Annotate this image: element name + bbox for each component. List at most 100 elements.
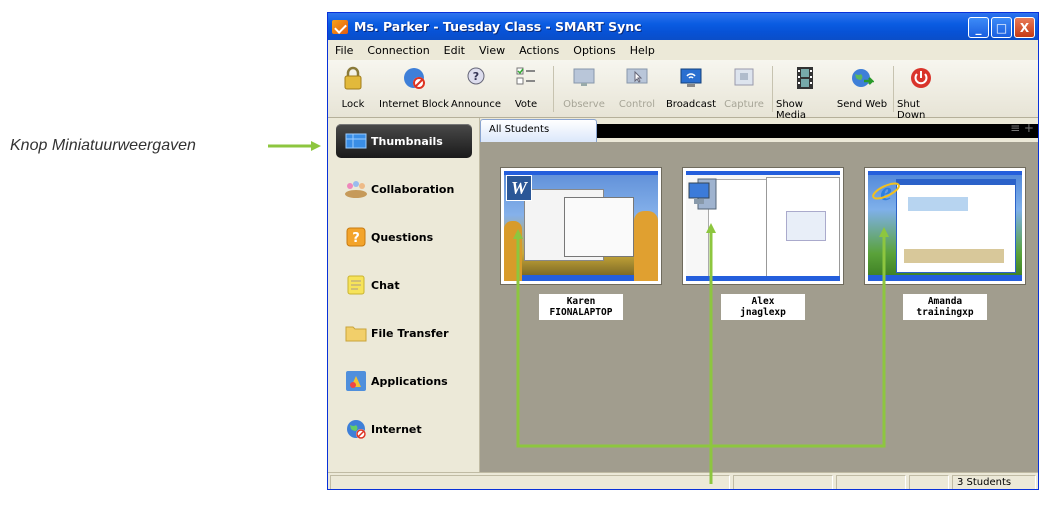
- student-thumbnail-amanda[interactable]: e: [864, 167, 1026, 285]
- control-button[interactable]: Control: [611, 60, 663, 118]
- status-panel: [733, 475, 833, 489]
- tab-controls-icon[interactable]: ≡ +: [1010, 121, 1034, 135]
- status-panel: [330, 475, 730, 489]
- shut-down-button[interactable]: Shut Down: [897, 60, 945, 121]
- broadcast-icon: [679, 66, 703, 90]
- student-computer: trainingxp: [916, 307, 974, 318]
- student-thumbnail-alex[interactable]: [682, 167, 844, 285]
- student-computer: jnaglexp: [740, 307, 786, 318]
- sidebar-item-collaboration[interactable]: Collaboration: [336, 172, 472, 206]
- tab-all-students[interactable]: All Students: [480, 119, 597, 142]
- menu-file[interactable]: File: [328, 44, 360, 57]
- student-screen: [686, 171, 840, 281]
- internet-block-icon: [402, 66, 426, 90]
- computer-icon: [688, 177, 718, 215]
- student-count: 3 Students: [952, 475, 1036, 489]
- sidebar-item-chat[interactable]: Chat: [336, 268, 472, 302]
- svg-text:e: e: [880, 177, 892, 206]
- callout-label: Knop Miniatuurweergaven: [10, 137, 196, 154]
- observe-icon: [572, 66, 596, 90]
- announce-icon: ?: [464, 66, 488, 90]
- student-caption-karen: Karen FIONALAPTOP: [539, 294, 623, 320]
- internet-block-button[interactable]: Internet Block: [378, 60, 450, 118]
- sidebar-item-thumbnails[interactable]: Thumbnails: [336, 124, 472, 158]
- lock-icon: [341, 66, 365, 90]
- sidebar-item-label: Internet: [371, 422, 422, 436]
- send-web-button[interactable]: Send Web: [834, 60, 890, 118]
- student-caption-alex: Alex jnaglexp: [721, 294, 805, 320]
- student-name: Karen: [566, 296, 596, 307]
- menu-actions[interactable]: Actions: [512, 44, 566, 57]
- applications-icon: [344, 370, 368, 392]
- vote-button[interactable]: Vote: [502, 60, 550, 118]
- sidebar-item-label: File Transfer: [371, 326, 449, 340]
- menu-view[interactable]: View: [472, 44, 512, 57]
- toolbar: Lock Internet Block ? Announce Vote Obse: [328, 60, 1038, 121]
- sidebar-item-questions[interactable]: ? Questions: [336, 220, 472, 254]
- student-screen: e: [868, 171, 1022, 281]
- sidebar-item-file-transfer[interactable]: File Transfer: [336, 316, 472, 350]
- sidebar-item-label: Collaboration: [371, 182, 455, 196]
- capture-button[interactable]: Capture: [719, 60, 769, 118]
- student-screen: W: [504, 171, 658, 281]
- vote-icon: [514, 66, 538, 90]
- collaboration-icon: [344, 178, 368, 200]
- announce-button[interactable]: ? Announce: [450, 60, 502, 118]
- chat-icon: [344, 274, 368, 296]
- student-caption-amanda: Amanda trainingxp: [903, 294, 987, 320]
- word-icon: W: [506, 175, 532, 201]
- toolbar-separator: [772, 66, 773, 112]
- tab-strip: All Students ≡ +: [480, 118, 1038, 142]
- capture-label: Capture: [724, 99, 764, 110]
- broadcast-label: Broadcast: [665, 99, 717, 110]
- toolbar-separator: [553, 66, 554, 112]
- observe-button[interactable]: Observe: [557, 60, 611, 118]
- capture-icon: [732, 66, 756, 90]
- student-thumbnail-karen[interactable]: W: [500, 167, 662, 285]
- send-web-label: Send Web: [836, 99, 888, 110]
- show-media-icon: [793, 66, 817, 90]
- student-name: Alex: [751, 296, 775, 307]
- menu-edit[interactable]: Edit: [437, 44, 472, 57]
- close-button[interactable]: X: [1014, 17, 1035, 38]
- toolbar-separator: [893, 66, 894, 112]
- main-content: All Students ≡ + W Karen FIONALAPTOP Ale…: [480, 118, 1038, 472]
- lock-label: Lock: [341, 99, 365, 110]
- menu-bar: File Connection Edit View Actions Option…: [328, 40, 1038, 60]
- window-title: Ms. Parker - Tuesday Class - SMART Sync: [354, 19, 642, 34]
- svg-text:?: ?: [473, 70, 479, 83]
- announce-label: Announce: [451, 99, 501, 110]
- folder-icon: [344, 322, 368, 344]
- tab-strip-bar: [597, 124, 1038, 138]
- status-bar: 3 Students: [328, 472, 1038, 489]
- send-web-icon: [850, 66, 874, 90]
- menu-connection[interactable]: Connection: [360, 44, 436, 57]
- sidebar-item-internet[interactable]: Internet: [336, 412, 472, 446]
- minimize-button[interactable]: _: [968, 17, 989, 38]
- shut-down-icon: [909, 66, 933, 90]
- control-icon: [625, 66, 649, 90]
- sidebar-item-applications[interactable]: Applications: [336, 364, 472, 398]
- smart-sync-app-icon: [332, 19, 348, 34]
- lock-button[interactable]: Lock: [328, 60, 378, 118]
- menu-options[interactable]: Options: [566, 44, 622, 57]
- vote-label: Vote: [514, 99, 538, 110]
- sidebar-item-label: Applications: [371, 374, 448, 388]
- smart-sync-window: Ms. Parker - Tuesday Class - SMART Sync …: [327, 12, 1039, 490]
- student-computer: FIONALAPTOP: [549, 307, 613, 318]
- sidebar-item-label: Chat: [371, 278, 400, 292]
- observe-label: Observe: [563, 99, 605, 110]
- broadcast-button[interactable]: Broadcast: [663, 60, 719, 118]
- status-panel: [909, 475, 949, 489]
- maximize-button[interactable]: □: [991, 17, 1012, 38]
- internet-explorer-icon: e: [871, 176, 901, 210]
- internet-block-label: Internet Block: [379, 99, 449, 110]
- menu-help[interactable]: Help: [623, 44, 662, 57]
- show-media-button[interactable]: Show Media: [776, 60, 834, 121]
- sidebar: Thumbnails Collaboration ? Questions Cha…: [328, 118, 480, 472]
- internet-icon: [344, 418, 368, 440]
- questions-icon: ?: [344, 226, 368, 248]
- sidebar-item-label: Thumbnails: [371, 134, 443, 148]
- thumbnail-area: W Karen FIONALAPTOP Alex jnaglexp e Aman…: [480, 142, 1038, 472]
- title-bar: Ms. Parker - Tuesday Class - SMART Sync …: [328, 13, 1038, 40]
